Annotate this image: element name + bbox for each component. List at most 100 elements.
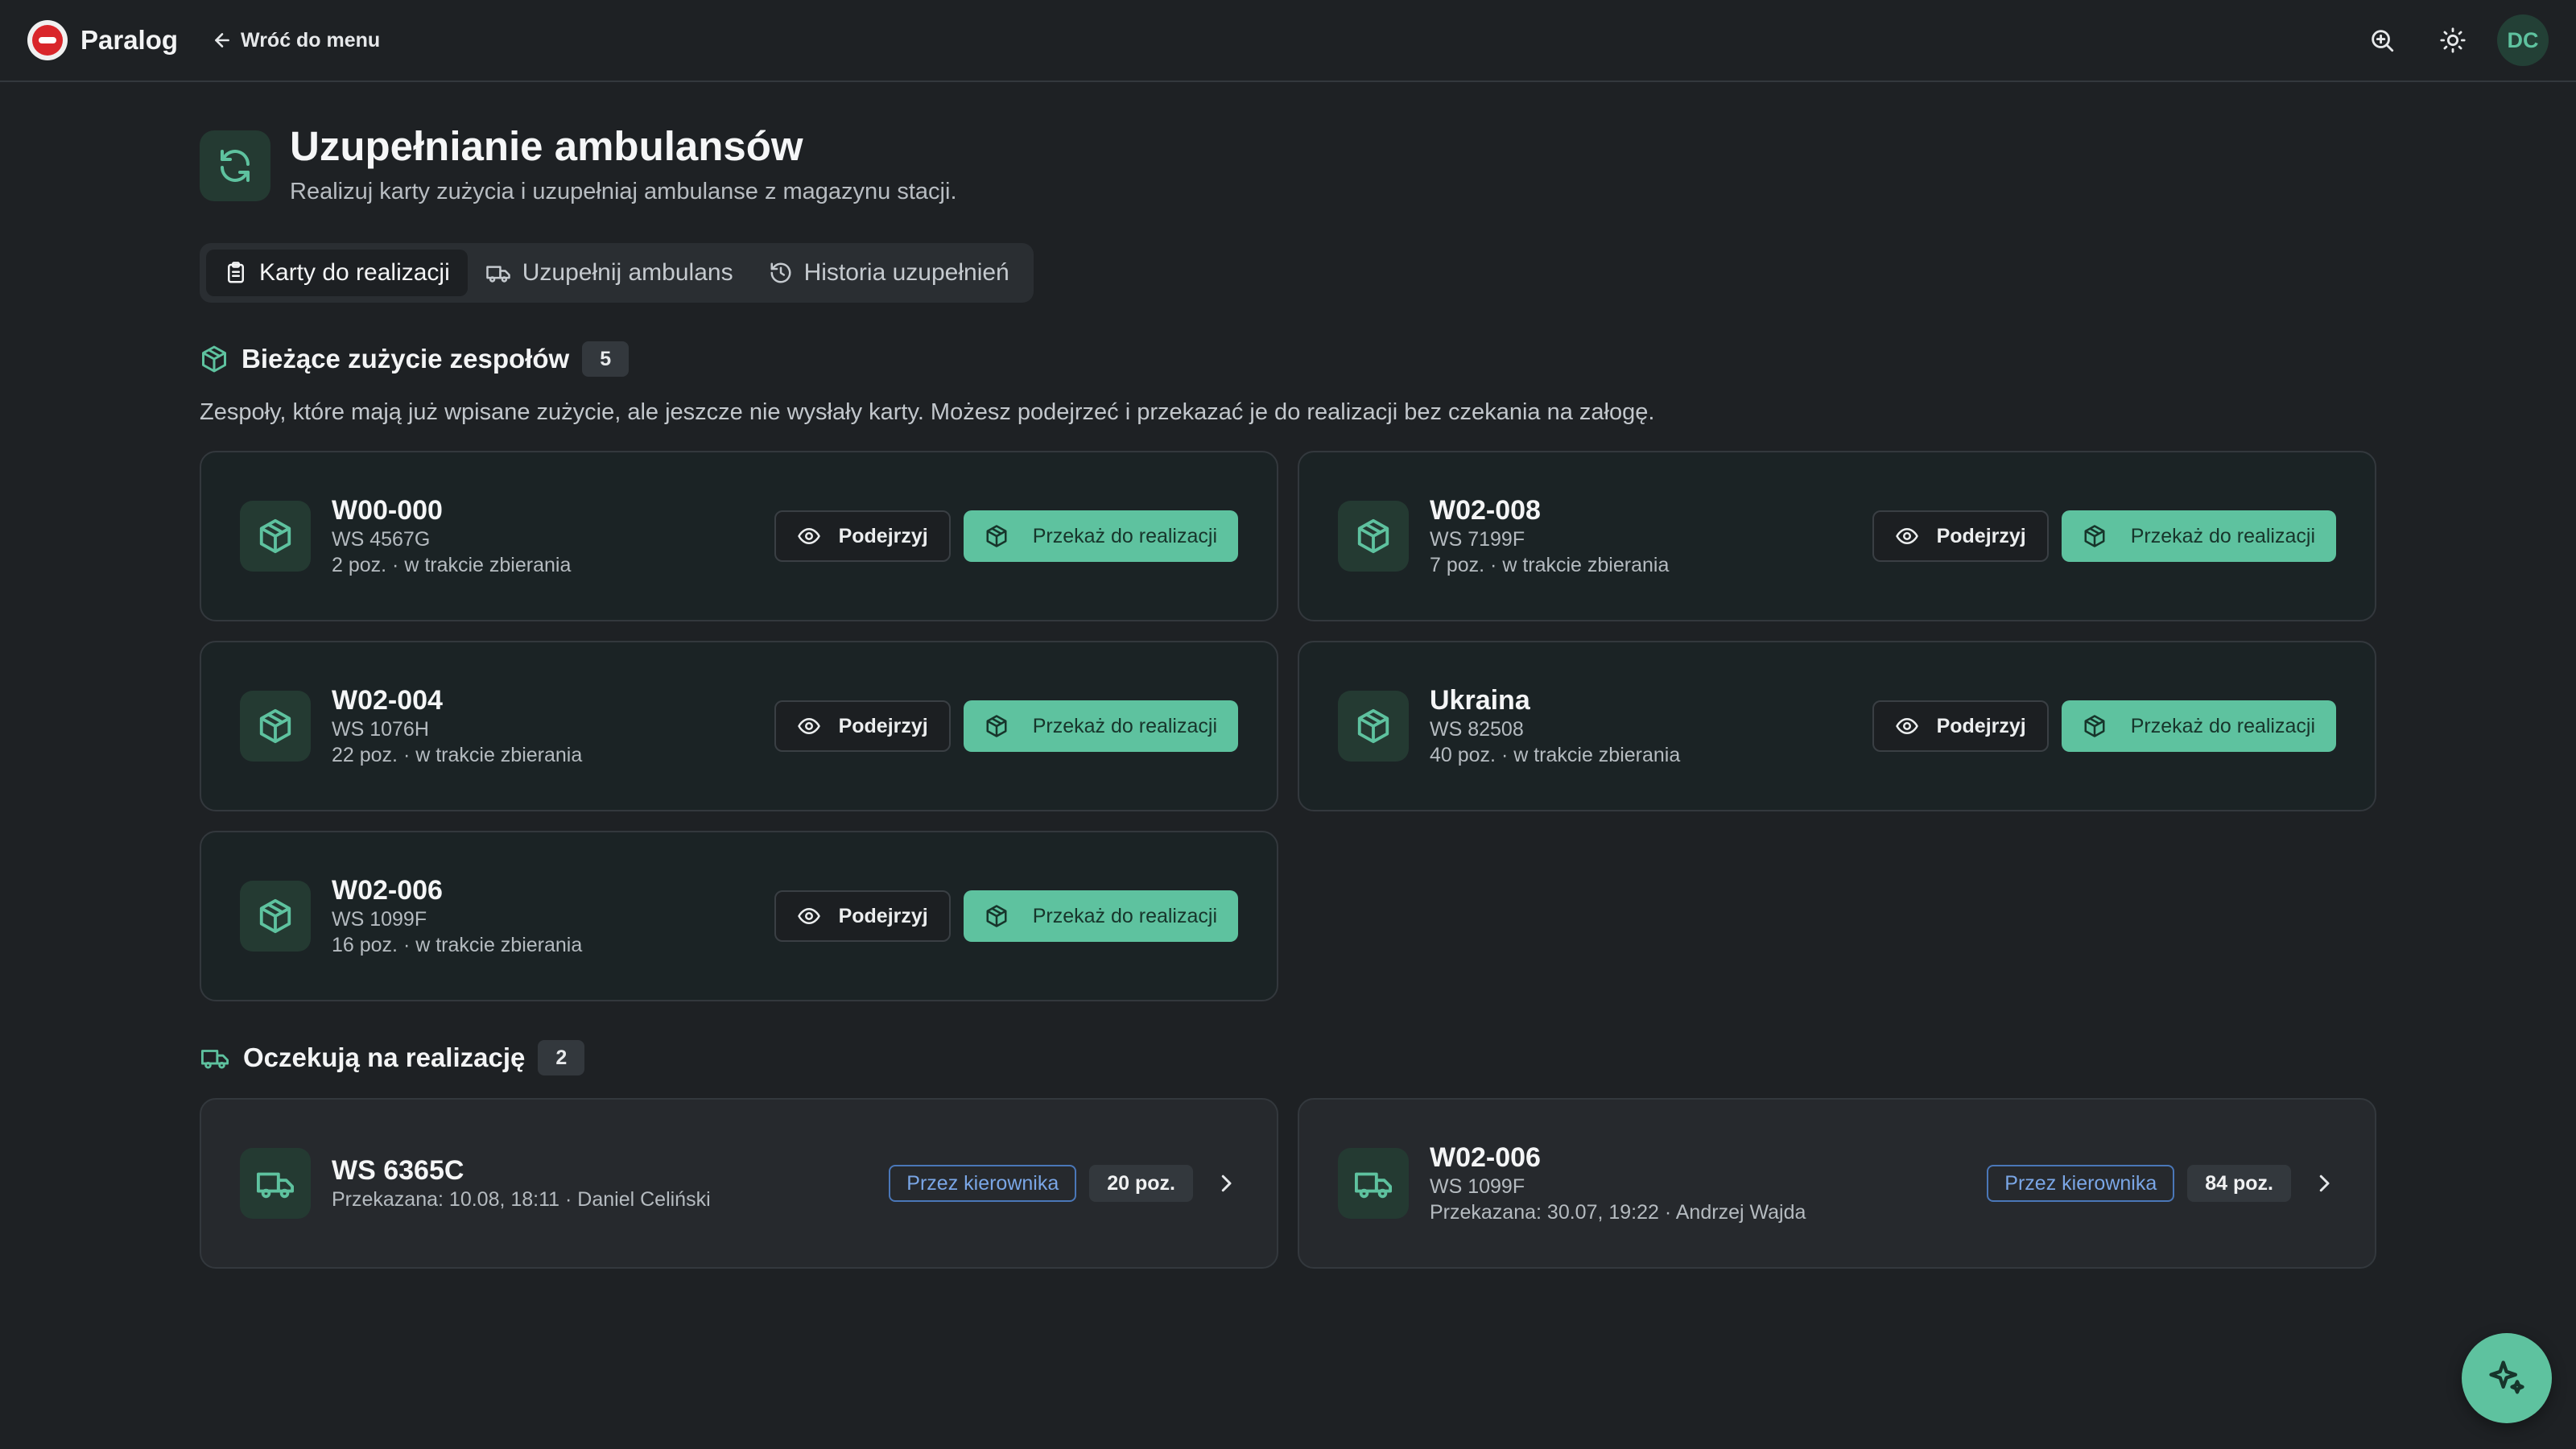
- eye-icon: [1895, 717, 1918, 735]
- section-description: Zespoły, które mają już wpisane zużycie,…: [200, 399, 1655, 425]
- handed-over-info: Przekazana: 30.07, 19:22 · Andrzej Wajda: [1430, 1201, 1806, 1224]
- package-icon: [986, 715, 1007, 737]
- button-label: Przekaż do realizacji: [1032, 904, 1217, 927]
- pending-card[interactable]: WS 6365C Przekazana: 10.08, 18:11 · Dani…: [200, 1098, 1278, 1269]
- team-card: W02-006 WS 1099F 16 poz. · w trakcie zbi…: [200, 831, 1278, 1001]
- truck-icon: [201, 1050, 229, 1069]
- section-title: Bieżące zużycie zespołów: [242, 344, 570, 374]
- back-label: Wróć do menu: [241, 28, 381, 52]
- eye-icon: [1895, 527, 1918, 545]
- button-label: Przekaż do realizacji: [2130, 714, 2315, 737]
- button-label: Podejrzyj: [1936, 714, 2026, 737]
- team-card: Ukraina WS 82508 40 poz. · w trakcie zbi…: [1298, 641, 2376, 811]
- package-icon: [240, 501, 311, 572]
- button-label: Podejrzyj: [838, 904, 928, 927]
- team-name: W00-000: [332, 495, 443, 526]
- team-card: W00-000 WS 4567G 2 poz. · w trakcie zbie…: [200, 451, 1278, 621]
- pending-card[interactable]: W02-006 WS 1099F Przekazana: 30.07, 19:2…: [1298, 1098, 2376, 1269]
- sparkles-icon: [2489, 1360, 2524, 1394]
- truck-icon: [240, 1148, 311, 1219]
- sun-icon: [2440, 27, 2466, 53]
- arrow-left-icon: [215, 33, 229, 47]
- history-icon: [770, 262, 791, 283]
- brand-name[interactable]: Paralog: [80, 25, 178, 56]
- count-badge: 5: [582, 341, 630, 377]
- forward-to-realization-button[interactable]: Przekaż do realizacji: [2061, 510, 2336, 562]
- package-icon: [1338, 501, 1409, 572]
- tab-karty-do-realizacji[interactable]: Karty do realizacji: [206, 250, 468, 296]
- collection-status: 40 poz. · w trakcie zbierania: [1430, 744, 1681, 766]
- eye-icon: [797, 717, 820, 735]
- team-name: W02-004: [332, 685, 443, 716]
- button-label: Podejrzyj: [1936, 524, 2026, 547]
- button-label: Przekaż do realizacji: [2130, 524, 2315, 547]
- collection-status: 16 poz. · w trakcie zbierania: [332, 934, 583, 956]
- chevron-right-icon[interactable]: [2312, 1171, 2336, 1195]
- theme-toggle-button[interactable]: [2429, 17, 2476, 64]
- button-label: Podejrzyj: [838, 714, 928, 737]
- refresh-icon: [200, 130, 270, 201]
- vehicle-plate: WS 4567G: [332, 528, 431, 551]
- button-label: Przekaż do realizacji: [1032, 714, 1217, 737]
- top-bar: Paralog Wróć do menu DC: [0, 0, 2576, 82]
- eye-icon: [797, 527, 820, 545]
- button-label: Przekaż do realizacji: [1032, 524, 1217, 547]
- team-name: Ukraina: [1430, 685, 1530, 716]
- tab-label: Uzupełnij ambulans: [522, 259, 733, 286]
- forward-to-realization-button[interactable]: Przekaż do realizacji: [2061, 700, 2336, 752]
- card-title: WS 6365C: [332, 1155, 464, 1186]
- team-name: W02-006: [332, 875, 443, 906]
- preview-button[interactable]: Podejrzyj: [774, 510, 951, 562]
- team-card: W02-004 WS 1076H 22 poz. · w trakcie zbi…: [200, 641, 1278, 811]
- forward-to-realization-button[interactable]: Przekaż do realizacji: [963, 510, 1238, 562]
- package-icon: [240, 691, 311, 762]
- package-icon: [986, 905, 1007, 927]
- forward-to-realization-button[interactable]: Przekaż do realizacji: [963, 700, 1238, 752]
- package-icon: [2084, 715, 2105, 737]
- preview-button[interactable]: Podejrzyj: [774, 890, 951, 942]
- clipboard-icon: [228, 262, 244, 283]
- collection-status: 2 poz. · w trakcie zbierania: [332, 554, 572, 576]
- vehicle-plate: WS 1099F: [1430, 1175, 1525, 1198]
- current-usage-header: Bieżące zużycie zespołów 5: [200, 341, 630, 377]
- handed-over-info: Przekazana: 10.08, 18:11 · Daniel Celińs…: [332, 1188, 711, 1211]
- preview-button[interactable]: Podejrzyj: [1872, 510, 2049, 562]
- truck-icon: [485, 266, 510, 283]
- button-label: Podejrzyj: [838, 524, 928, 547]
- forward-to-realization-button[interactable]: Przekaż do realizacji: [963, 890, 1238, 942]
- truck-icon: [1338, 1148, 1409, 1219]
- chevron-right-icon[interactable]: [1214, 1171, 1238, 1195]
- tab-bar: Karty do realizacji Uzupełnij ambulans H…: [200, 243, 1034, 303]
- vehicle-plate: WS 1076H: [332, 718, 429, 741]
- package-icon: [240, 881, 311, 952]
- preview-button[interactable]: Podejrzyj: [774, 700, 951, 752]
- vehicle-plate: WS 7199F: [1430, 528, 1525, 551]
- preview-button[interactable]: Podejrzyj: [1872, 700, 2049, 752]
- vehicle-plate: WS 82508: [1430, 718, 1524, 741]
- items-count-badge: 84 poz.: [2187, 1165, 2291, 1202]
- package-icon: [986, 525, 1007, 547]
- pending-header: Oczekują na realizację 2: [200, 1040, 585, 1075]
- tab-uzupelnij-ambulans[interactable]: Uzupełnij ambulans: [468, 250, 751, 296]
- team-card: W02-008 WS 7199F 7 poz. · w trakcie zbie…: [1298, 451, 2376, 621]
- items-count-badge: 20 poz.: [1089, 1165, 1193, 1202]
- vehicle-plate: WS 1099F: [332, 908, 427, 931]
- card-title: W02-006: [1430, 1142, 1541, 1173]
- section-title: Oczekują na realizację: [243, 1042, 526, 1072]
- source-tag: Przez kierownika: [1987, 1165, 2175, 1202]
- ai-assistant-button[interactable]: [2462, 1333, 2552, 1423]
- paralog-logo[interactable]: [27, 20, 68, 60]
- eye-icon: [797, 907, 820, 925]
- collection-status: 22 poz. · w trakcie zbierania: [332, 744, 583, 766]
- zoom-button[interactable]: [2359, 17, 2405, 64]
- tab-label: Karty do realizacji: [259, 259, 450, 286]
- page-header: Uzupełnianie ambulansów Realizuj karty z…: [200, 124, 957, 205]
- tab-historia-uzupelnien[interactable]: Historia uzupełnień: [751, 250, 1027, 296]
- page-subtitle: Realizuj karty zużycia i uzupełniaj ambu…: [290, 179, 957, 204]
- tab-label: Historia uzupełnień: [803, 259, 1009, 286]
- back-to-menu-link[interactable]: Wróć do menu: [212, 29, 380, 52]
- package-icon: [2084, 525, 2105, 547]
- page-title: Uzupełnianie ambulansów: [290, 123, 803, 169]
- user-avatar[interactable]: DC: [2497, 14, 2549, 66]
- package-icon: [1338, 691, 1409, 762]
